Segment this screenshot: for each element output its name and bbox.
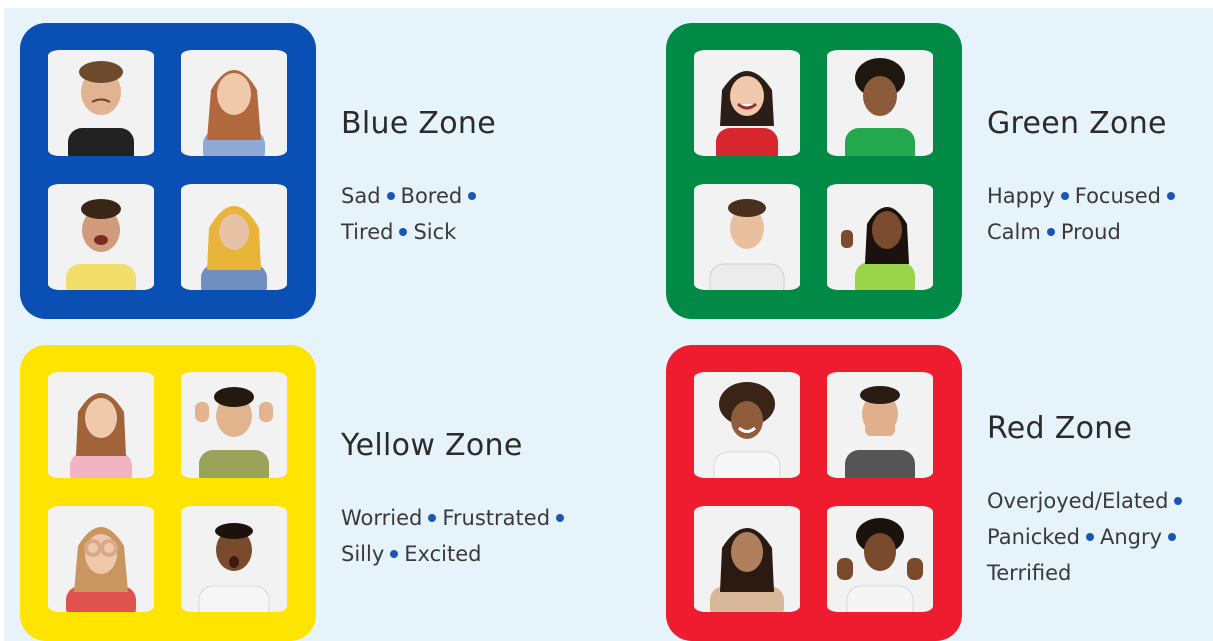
separator-dot [428, 513, 437, 522]
green-zone-tile [666, 23, 962, 319]
emotion-line: Sad Bored [341, 178, 482, 214]
emotion-line: Tired Sick [341, 214, 482, 250]
emotion-label: Worried [341, 506, 423, 530]
emotion-label: Focused [1074, 184, 1161, 208]
silly-girl-photo [48, 506, 154, 612]
separator-dot [1046, 227, 1055, 236]
emotion-label: Excited [404, 542, 482, 566]
emotion-label: Happy [987, 184, 1055, 208]
separator-dot [1168, 532, 1177, 541]
blue-zone-title: Blue Zone [341, 106, 496, 141]
emotion-label: Bored [400, 184, 463, 208]
worried-girl-photo [48, 372, 154, 478]
emotion-label: Frustrated [442, 506, 551, 530]
red-zone-tile [666, 345, 962, 641]
emotion-line: Happy Focused [987, 178, 1181, 214]
terrified-boy-photo [827, 506, 933, 612]
emotion-label: Overjoyed/Elated [987, 489, 1169, 513]
separator-dot [399, 227, 408, 236]
blue-zone-tile [20, 23, 316, 319]
emotion-label: Terrified [987, 561, 1072, 585]
emotion-line: Worried Frustrated [341, 500, 570, 536]
separator-dot [390, 549, 399, 558]
separator-dot [1060, 191, 1069, 200]
overjoyed-girl-photo [694, 372, 800, 478]
focused-teen-photo [694, 184, 800, 290]
red-zone-title: Red Zone [987, 411, 1133, 446]
separator-dot [468, 191, 477, 200]
emotion-line: Panicked Angry [987, 519, 1188, 555]
emotion-label: Proud [1060, 220, 1121, 244]
emotion-label: Sick [413, 220, 457, 244]
emotion-label: Sad [341, 184, 381, 208]
yellow-zone-tile [20, 345, 316, 641]
yawning-boy-photo [48, 184, 154, 290]
emotion-line: Silly Excited [341, 536, 570, 572]
calm-boy-photo [827, 50, 933, 156]
red-zone-emotions: Overjoyed/Elated Panicked Angry Terrified [987, 483, 1188, 591]
emotion-line: Terrified [987, 555, 1188, 591]
emotion-line: Overjoyed/Elated [987, 483, 1188, 519]
yellow-zone-title: Yellow Zone [341, 428, 523, 463]
smiling-girl-photo [694, 50, 800, 156]
emotion-label: Angry [1099, 525, 1163, 549]
separator-dot [1166, 191, 1175, 200]
separator-dot [1085, 532, 1094, 541]
excited-boy-photo [181, 506, 287, 612]
frustrated-boy-photo [181, 372, 287, 478]
blue-zone-emotions: Sad Bored Tired Sick [341, 178, 482, 250]
tired-girl-photo [181, 50, 287, 156]
emotion-label: Calm [987, 220, 1041, 244]
green-zone-title: Green Zone [987, 106, 1167, 141]
separator-dot [1174, 496, 1183, 505]
thumbs-up-girl-photo [827, 184, 933, 290]
emotion-label: Panicked [987, 525, 1080, 549]
crying-boy-photo [48, 50, 154, 156]
emotion-line: Calm Proud [987, 214, 1181, 250]
separator-dot [556, 513, 565, 522]
angry-girl-photo [694, 506, 800, 612]
emotion-label: Silly [341, 542, 385, 566]
separator-dot [386, 191, 395, 200]
green-zone-emotions: Happy Focused Calm Proud [987, 178, 1181, 250]
sick-girl-hijab-photo [181, 184, 287, 290]
emotion-label: Tired [341, 220, 394, 244]
zones-chart: Blue Zone Sad Bored Tired Sick Green Zone … [4, 8, 1213, 641]
panicked-boy-photo [827, 372, 933, 478]
yellow-zone-emotions: Worried Frustrated Silly Excited [341, 500, 570, 572]
